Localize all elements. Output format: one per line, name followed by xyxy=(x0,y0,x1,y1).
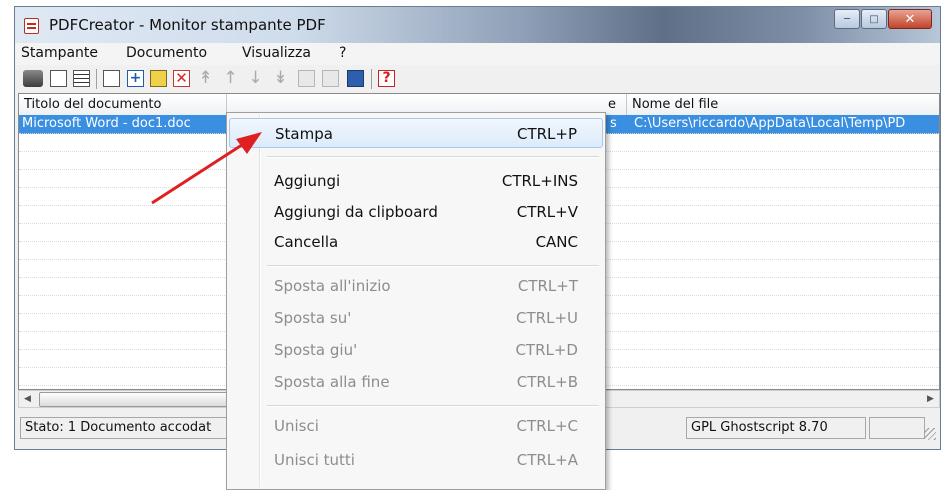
red-arrow-annotation xyxy=(151,132,262,205)
arrow-shaft xyxy=(151,139,249,205)
arrow-head-icon xyxy=(236,132,262,154)
